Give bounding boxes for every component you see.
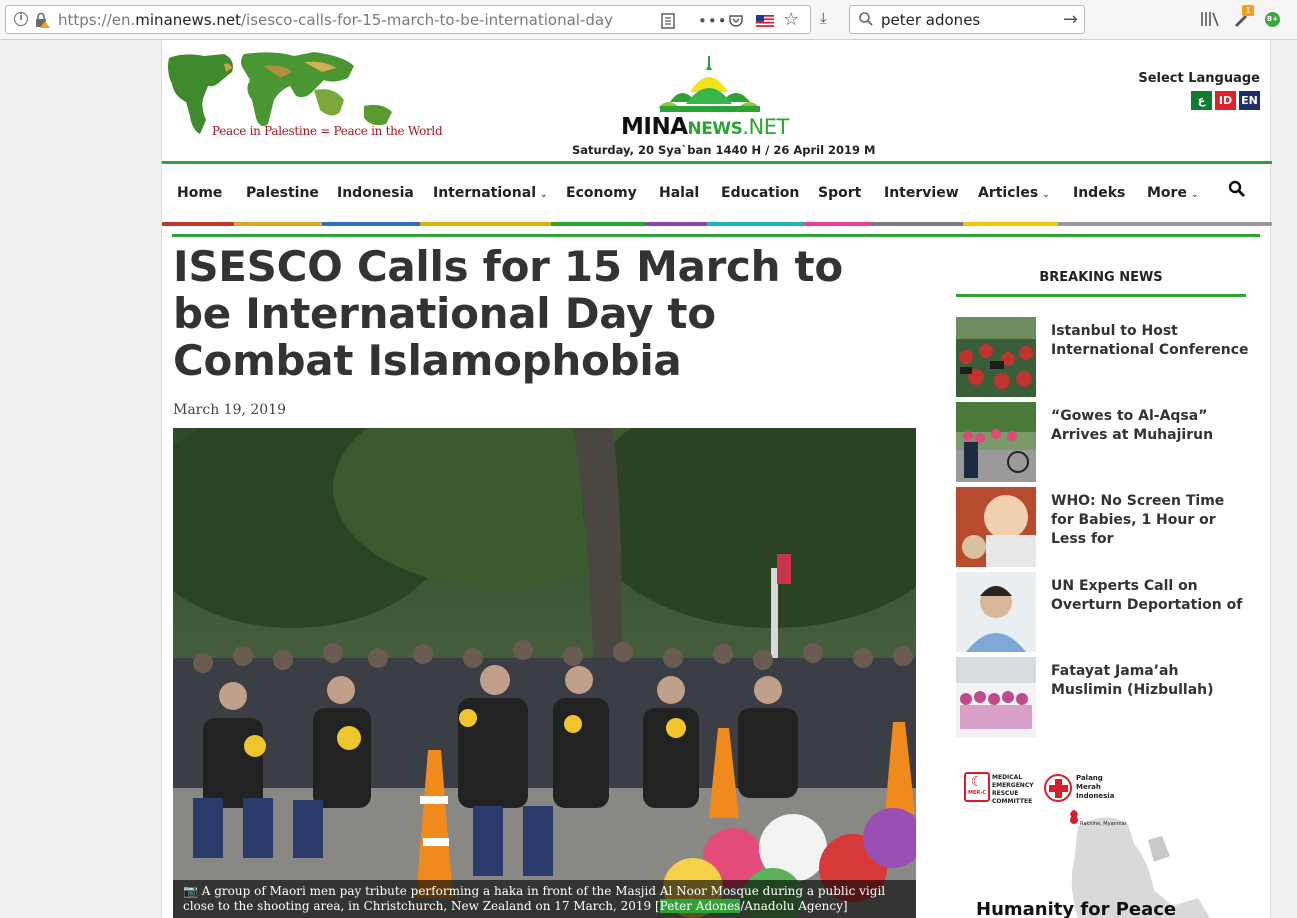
nav-indeks[interactable]: Indeks	[1073, 185, 1125, 201]
nav-sport[interactable]: Sport	[818, 185, 861, 201]
breaking-news-item[interactable]: “Gowes to Al-Aqsa” Arrives at Muhajirun	[956, 402, 1246, 482]
nav-stripe-segment	[1058, 222, 1272, 226]
site-logo-text[interactable]: MINANEWS.NET	[621, 114, 789, 140]
nav-stripe-segment	[551, 222, 645, 226]
breaking-news-link[interactable]: UN Experts Call on Overturn Deportation …	[1051, 577, 1251, 615]
news-thumbnail-image	[956, 402, 1036, 482]
news-thumbnail-image	[956, 317, 1036, 397]
nav-home[interactable]: Home	[177, 185, 222, 201]
breaking-news-link[interactable]: Fatayat Jama’ah Muslimin (Hizbullah)	[1051, 662, 1251, 700]
photo-credit-link[interactable]: Peter Adones	[659, 899, 741, 913]
address-bar[interactable]: i https://en.minanews.net/isesco-calls-f…	[5, 5, 811, 34]
nav-stripe-segment	[871, 222, 963, 226]
ad-map-label: Rakhine, Myanmar	[1080, 821, 1127, 827]
url-text[interactable]: https://en.minanews.net/isesco-calls-for…	[58, 11, 626, 29]
breaking-news-link[interactable]: Istanbul to Host International Conferenc…	[1051, 322, 1251, 360]
site-slogan: Peace in Palestine = Peace in the World	[212, 124, 443, 138]
mer-c-logo: ☾ MER-C	[964, 772, 990, 802]
nav-palestine[interactable]: Palestine	[246, 185, 319, 201]
more-actions-icon[interactable]: •••	[698, 12, 728, 30]
nav-education[interactable]: Education	[721, 185, 799, 201]
search-query[interactable]: peter adones	[881, 11, 980, 29]
addon-badge-icon[interactable]: B+	[1265, 12, 1280, 27]
info-icon[interactable]: i	[14, 12, 28, 26]
nav-indonesia[interactable]: Indonesia	[337, 185, 414, 201]
language-english-button[interactable]: EN	[1239, 91, 1260, 110]
search-go-icon[interactable]: →	[1063, 9, 1078, 30]
us-flag-icon[interactable]	[756, 12, 774, 30]
article-title: ISESCO Calls for 15 March to be Internat…	[173, 242, 843, 385]
nav-color-stripe	[162, 222, 1272, 226]
lock-warning-icon[interactable]	[34, 12, 50, 28]
breaking-news-item[interactable]: Istanbul to Host International Conferenc…	[956, 317, 1248, 397]
search-icon	[859, 12, 873, 26]
extension-icon[interactable]: 1	[1233, 5, 1254, 27]
language-selector: ع ID EN	[1191, 91, 1260, 110]
nav-stripe-segment	[322, 222, 420, 226]
nav-stripe-segment	[645, 222, 707, 226]
notification-badge: 1	[1242, 5, 1254, 16]
nav-halal[interactable]: Halal	[659, 185, 699, 201]
search-bar[interactable]: peter adones →	[849, 5, 1085, 34]
bookmark-star-icon[interactable]: ☆	[783, 9, 799, 30]
site-header: Peace in Palestine = Peace in the World …	[162, 40, 1272, 164]
breaking-news-link[interactable]: WHO: No Screen Time for Babies, 1 Hour o…	[1051, 492, 1251, 549]
humanity-ad-banner[interactable]: ☾ MER-C MEDICAL EMERGENCY RESCUE COMMITT…	[958, 766, 1214, 918]
chevron-down-icon: ⌄	[1190, 190, 1199, 200]
news-thumbnail-image	[956, 572, 1036, 652]
camera-icon: 📷	[183, 884, 202, 898]
pmi-name: Palang Merah Indonesia	[1076, 774, 1115, 800]
ad-headline: Humanity for Peace	[976, 899, 1177, 918]
browser-toolbar: i https://en.minanews.net/isesco-calls-f…	[0, 0, 1297, 40]
breaking-news-title: BREAKING NEWS	[1039, 270, 1163, 285]
nav-stripe-segment	[963, 222, 1058, 226]
nav-stripe-segment	[804, 222, 871, 226]
breaking-news-item[interactable]: WHO: No Screen Time for Babies, 1 Hour o…	[956, 487, 1246, 567]
search-icon[interactable]	[1228, 180, 1246, 198]
chevron-down-icon: ⌄	[1042, 190, 1050, 200]
article-photo[interactable]: 📷 A group of Maori men pay tribute perfo…	[173, 428, 916, 918]
breaking-news-link[interactable]: “Gowes to Al-Aqsa” Arrives at Muhajirun	[1051, 407, 1251, 445]
nav-stripe-segment	[162, 222, 234, 226]
nav-more[interactable]: More ⌄	[1147, 185, 1199, 201]
header-date: Saturday, 20 Sya`ban 1440 H / 26 April 2…	[572, 143, 876, 157]
nav-stripe-segment	[707, 222, 804, 226]
main-navigation: Home Palestine Indonesia International ⌄ …	[162, 164, 1272, 226]
news-thumbnail-image	[956, 657, 1036, 737]
nav-interview[interactable]: Interview	[884, 185, 959, 201]
photo-caption: 📷 A group of Maori men pay tribute perfo…	[173, 880, 916, 918]
red-cross-icon	[1044, 774, 1072, 802]
pocket-icon[interactable]	[728, 12, 744, 30]
breaking-news-item[interactable]: Fatayat Jama’ah Muslimin (Hizbullah)	[956, 657, 1246, 737]
haka-photo-image	[173, 428, 916, 918]
breaking-news-divider	[956, 294, 1246, 297]
news-thumbnail-image	[956, 487, 1036, 567]
web-page: Peace in Palestine = Peace in the World …	[161, 40, 1272, 918]
chevron-down-icon: ⌄	[540, 190, 548, 200]
article-date: March 19, 2019	[173, 402, 287, 418]
breaking-news-item[interactable]: UN Experts Call on Overturn Deportation …	[956, 572, 1246, 652]
nav-articles[interactable]: Articles ⌄	[978, 185, 1050, 201]
reader-view-icon[interactable]	[660, 12, 676, 30]
library-icon[interactable]	[1200, 11, 1220, 27]
nav-economy[interactable]: Economy	[566, 185, 637, 201]
language-arabic-button[interactable]: ع	[1191, 91, 1212, 110]
nav-stripe-segment	[420, 222, 551, 226]
nav-international[interactable]: International ⌄	[433, 185, 548, 201]
nav-stripe-segment	[234, 222, 322, 226]
language-selector-label: Select Language	[1138, 71, 1260, 86]
download-icon[interactable]: ⤓	[820, 9, 827, 27]
language-indonesian-button[interactable]: ID	[1215, 91, 1236, 110]
mer-c-crescent-icon: ☾	[970, 774, 984, 790]
content-divider	[172, 234, 1260, 237]
mer-c-name: MEDICAL EMERGENCY RESCUE COMMITTEE	[992, 774, 1034, 805]
